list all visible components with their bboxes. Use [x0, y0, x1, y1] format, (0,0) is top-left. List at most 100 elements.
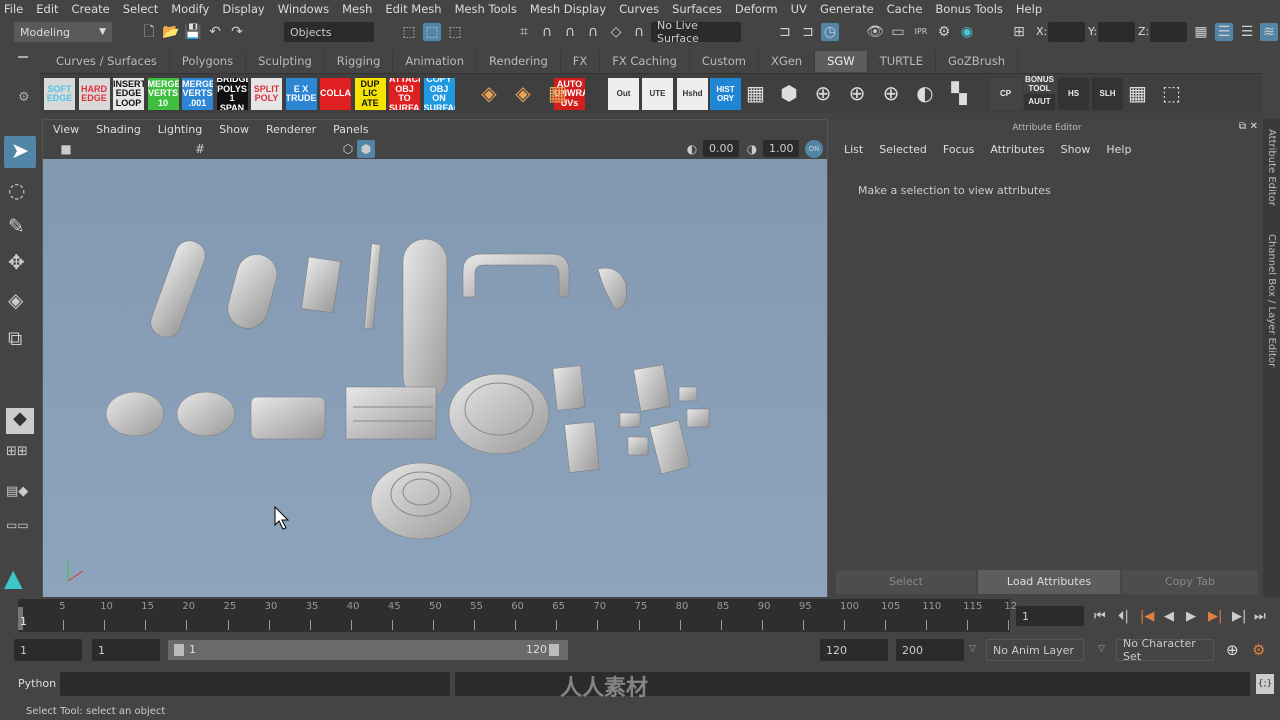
shelf-button-collapse[interactable]: COLLAPSE — [320, 78, 351, 110]
render-frame-icon[interactable]: ▭ — [889, 23, 907, 41]
ae-menu-focus[interactable]: Focus — [943, 143, 974, 156]
graph-layout-icon[interactable]: ▭▭ — [6, 518, 29, 532]
panel-menu-show[interactable]: Show — [219, 123, 249, 136]
bounding-box-icon[interactable]: ⬚ — [1162, 83, 1181, 103]
selection-mask-dropdown[interactable]: Objects — [284, 22, 374, 42]
x-field[interactable] — [1048, 22, 1085, 42]
layer-icon[interactable]: ◈ — [514, 83, 532, 103]
snap-curve-icon[interactable]: ∩ — [538, 23, 556, 41]
redo-icon[interactable]: ↷ — [228, 23, 246, 41]
character-set-dropdown[interactable]: No Character Set — [1116, 637, 1214, 663]
range-end-handle[interactable] — [549, 644, 559, 656]
output-ops-icon[interactable]: ⊐ — [799, 23, 817, 41]
shelf-button-hard-edge[interactable]: HARD EDGE — [78, 78, 110, 110]
snap-center-icon[interactable]: ∩ — [630, 23, 648, 41]
wireframe-icon[interactable]: ⬡ — [339, 140, 357, 158]
menu-create[interactable]: Create — [72, 2, 110, 16]
tab-turtle[interactable]: TURTLE — [867, 51, 936, 72]
playback-end-field[interactable]: 120 — [820, 639, 888, 661]
tab-custom[interactable]: Custom — [689, 51, 759, 72]
menu-edit[interactable]: Edit — [36, 2, 58, 16]
ae-menu-help[interactable]: Help — [1106, 143, 1131, 156]
panel-menu-panels[interactable]: Panels — [333, 123, 368, 136]
cube-icon[interactable]: ⬢ — [780, 83, 798, 103]
tab-sgw[interactable]: SGW — [815, 51, 868, 72]
shelf-button-split-poly[interactable]: SPLIT POLY — [251, 78, 282, 110]
menu-edit-mesh[interactable]: Edit Mesh — [385, 2, 441, 16]
y-field[interactable] — [1098, 22, 1135, 42]
pivot-icon-3[interactable]: ⊕ — [882, 83, 900, 103]
ae-menu-selected[interactable]: Selected — [879, 143, 927, 156]
shelf-button-soft-edge[interactable]: SOFT EDGE — [44, 78, 75, 110]
shelf-button-hs[interactable]: HS — [1058, 78, 1089, 110]
input-ops-icon[interactable]: ⊐ — [776, 23, 794, 41]
gamma-icon[interactable]: ◑ — [743, 140, 761, 158]
new-scene-icon[interactable]: 🗋 — [140, 23, 158, 41]
shelf-button-slh[interactable]: SLH — [1092, 78, 1123, 110]
exposure-icon[interactable]: ◐ — [683, 140, 701, 158]
render-view-icon[interactable]: 👁 — [866, 23, 884, 41]
modeling-toolkit-icon[interactable]: ▦ — [1192, 23, 1210, 41]
select-object-icon[interactable]: ⬚ — [423, 23, 441, 41]
tab-fx-caching[interactable]: FX Caching — [600, 51, 690, 72]
menu-curves[interactable]: Curves — [619, 2, 659, 16]
tab-xgen[interactable]: XGen — [758, 51, 816, 72]
tab-gozbrush[interactable]: GoZBrush — [935, 51, 1018, 72]
grid-icon[interactable]: # — [191, 140, 209, 158]
shelf-button-cp[interactable]: CP — [990, 78, 1021, 110]
snap-grid-icon[interactable]: ⌗ — [515, 23, 533, 41]
select-tool-icon[interactable]: ➤ — [4, 136, 36, 168]
end-time-field[interactable]: 200 — [896, 639, 964, 661]
menu-mesh-display[interactable]: Mesh Display — [530, 2, 606, 16]
go-to-start-icon[interactable]: ⏮ — [1094, 609, 1106, 624]
panel-menu-shading[interactable]: Shading — [96, 123, 141, 136]
menu-help[interactable]: Help — [1016, 2, 1042, 16]
grid-snap-icon[interactable]: ▦ — [746, 83, 765, 103]
shelf-button-dup-lic-ate[interactable]: DUP LIC ATE — [354, 78, 386, 110]
render-settings-icon[interactable]: ⚙ — [935, 23, 953, 41]
playback-start-field[interactable]: 1 — [92, 639, 160, 661]
pivot-icon-2[interactable]: ⊕ — [848, 83, 866, 103]
z-field[interactable] — [1150, 22, 1187, 42]
gamma-field[interactable]: 1.00 — [763, 140, 799, 157]
tab-polygons[interactable]: Polygons — [169, 51, 247, 72]
menu-mesh-tools[interactable]: Mesh Tools — [455, 2, 517, 16]
uv-tiles-icon[interactable]: ▦ — [548, 83, 567, 103]
menu-select[interactable]: Select — [123, 2, 158, 16]
outliner-layout-icon[interactable]: ▤◆ — [6, 484, 28, 499]
tab-attribute-editor[interactable]: Attribute Editor — [1266, 129, 1277, 206]
go-to-end-icon[interactable]: ⏭ — [1254, 609, 1266, 624]
menu-bonus-tools[interactable]: Bonus Tools — [935, 2, 1002, 16]
tab-rigging[interactable]: Rigging — [324, 51, 394, 72]
save-scene-icon[interactable]: 💾 — [184, 23, 202, 41]
shelf-button-e-x-trude[interactable]: E X TRUDE — [285, 78, 317, 110]
workspace-dropdown[interactable]: Modeling ▼ — [14, 22, 112, 42]
smooth-shade-icon[interactable]: ⬢ — [357, 140, 375, 158]
shelf-button-hist-ory[interactable]: HIST ORY — [710, 78, 741, 110]
copy-tab-button[interactable]: Copy Tab — [1122, 570, 1258, 594]
step-back-frame-icon[interactable]: ⏴| — [1118, 609, 1129, 624]
menu-modify[interactable]: Modify — [171, 2, 209, 16]
step-forward-frame-icon[interactable]: ▶| — [1232, 609, 1246, 624]
character-set-chevron-icon[interactable]: ▽ — [1098, 644, 1105, 654]
menu-cache[interactable]: Cache — [887, 2, 923, 16]
range-slider[interactable]: 1 120 — [168, 640, 568, 660]
shelf-button-merge-verts-001[interactable]: MERGE VERTS .001 — [182, 78, 213, 110]
shelf-button-bonus-tool[interactable]: BONUS TOOL — [1024, 76, 1055, 92]
construction-history-icon[interactable]: ◷ — [821, 23, 839, 41]
select-component-icon[interactable]: ⬚ — [446, 23, 464, 41]
script-editor-icon[interactable]: {;} — [1256, 674, 1274, 694]
tab-curves-surfaces[interactable]: Curves / Surfaces — [44, 51, 170, 72]
shelf-button-insert-edge-loop[interactable]: INSERT EDGE LOOP — [113, 78, 144, 110]
tool-settings-icon[interactable]: ☰ — [1238, 23, 1256, 41]
menu-surfaces[interactable]: Surfaces — [672, 2, 722, 16]
ae-menu-attributes[interactable]: Attributes — [990, 143, 1044, 156]
attribute-editor-toggle-icon[interactable]: ☰ — [1215, 23, 1233, 41]
four-view-layout-icon[interactable]: ⊞⊞ — [6, 444, 28, 459]
rotate-tool-icon[interactable]: ◈ — [8, 288, 23, 312]
checker-pivot-icon[interactable]: ◐ — [916, 83, 934, 103]
shelf-button-copy-obj-on-surface[interactable]: COPY OBJ ON SURFACE — [423, 78, 455, 110]
panel-menu-renderer[interactable]: Renderer — [266, 123, 316, 136]
color-management-toggle[interactable]: ON — [805, 140, 823, 158]
start-time-field[interactable]: 1 — [14, 639, 82, 661]
